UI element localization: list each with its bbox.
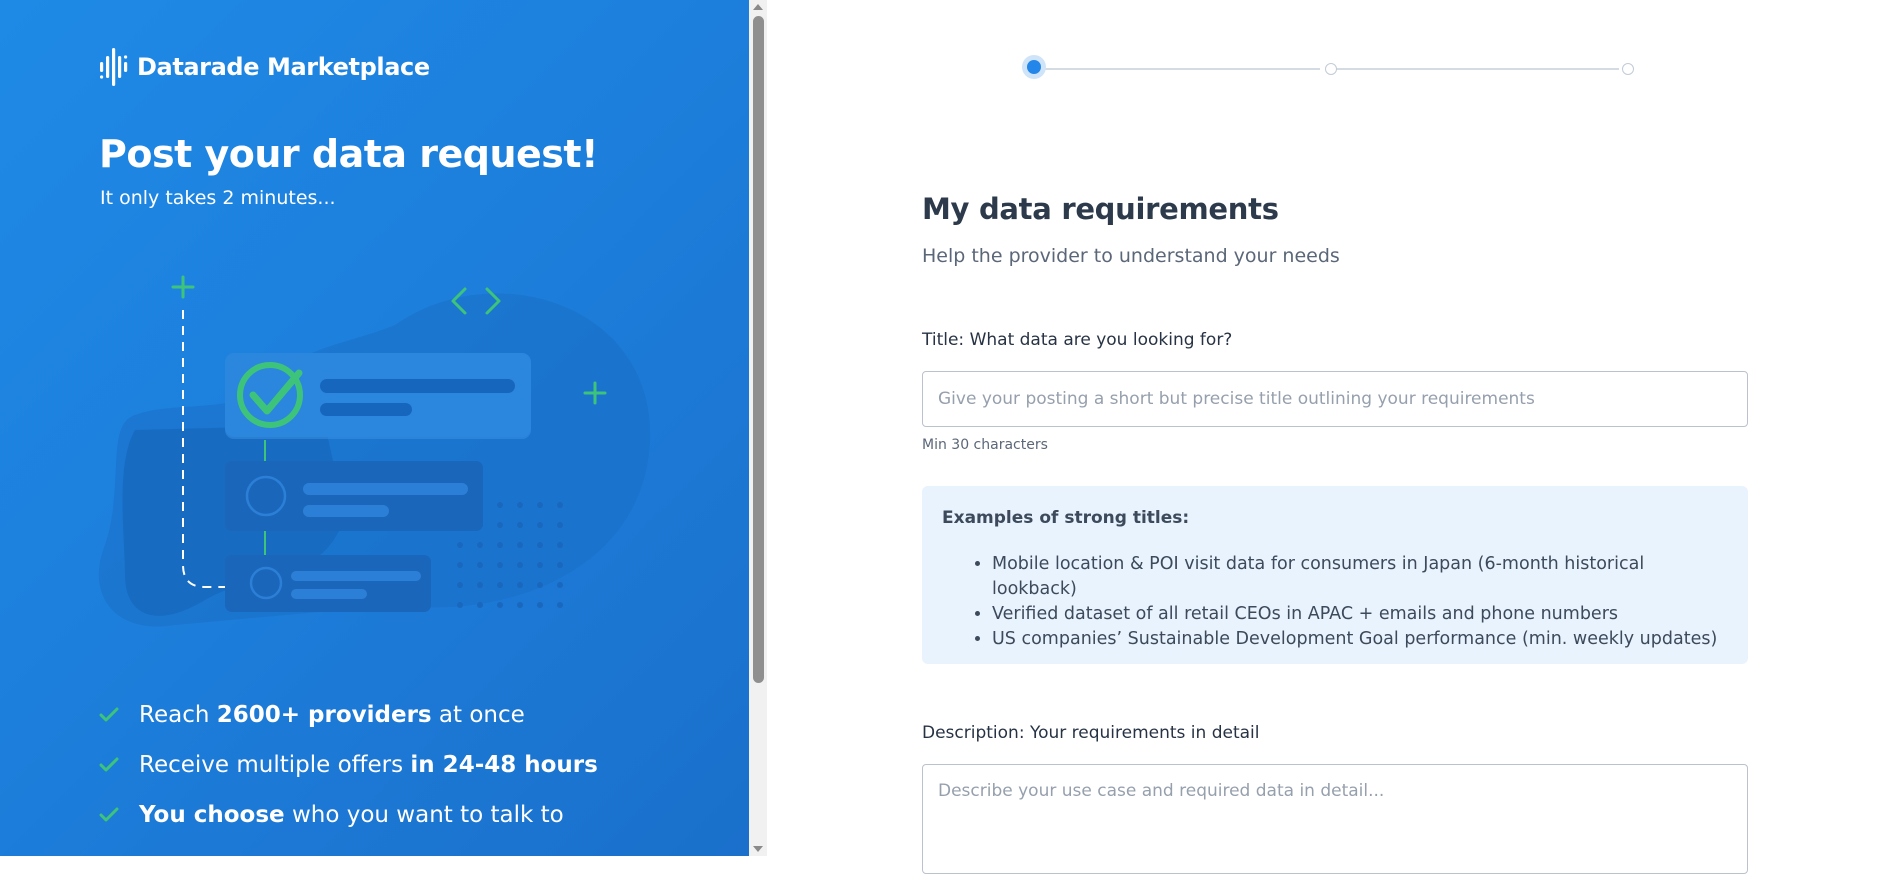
benefit-item: Receive multiple offers in 24-48 hours [99, 740, 598, 790]
benefit-text: Receive multiple offers in 24-48 hours [139, 752, 598, 778]
scrollbar-thumb[interactable] [753, 16, 764, 683]
title-input[interactable] [922, 371, 1748, 427]
benefits-list: Reach 2600+ providers at once Receive mu… [99, 690, 598, 840]
benefit-item: You choose who you want to talk to [99, 790, 598, 840]
progress-stepper [1024, 56, 1640, 82]
form-title: My data requirements [922, 192, 1279, 226]
benefit-text: You choose who you want to talk to [139, 802, 564, 828]
data-request-illustration [98, 275, 651, 627]
scroll-up-arrow-icon[interactable] [753, 4, 763, 10]
step-1-active[interactable] [1027, 60, 1041, 74]
title-examples-box: Examples of strong titles: Mobile locati… [922, 486, 1748, 664]
check-icon [99, 757, 125, 773]
stepper-line [1332, 68, 1619, 70]
example-item: Mobile location & POI visit data for con… [992, 552, 1728, 602]
brand-logo[interactable]: Datarade Marketplace [99, 46, 430, 88]
examples-heading: Examples of strong titles: [942, 508, 1190, 528]
example-item: US companies’ Sustainable Development Go… [992, 627, 1728, 652]
hero-subtitle: It only takes 2 minutes... [100, 187, 336, 209]
datarade-logo-icon [100, 48, 128, 86]
title-min-length-hint: Min 30 characters [922, 437, 1048, 453]
check-icon [99, 707, 125, 723]
description-textarea[interactable] [922, 764, 1748, 874]
stepper-line [1036, 68, 1320, 70]
description-field-label: Description: Your requirements in detail [922, 723, 1260, 743]
benefit-text: Reach 2600+ providers at once [139, 702, 525, 728]
brand-name: Datarade Marketplace [137, 53, 430, 81]
check-icon [99, 807, 125, 823]
scroll-down-arrow-icon[interactable] [753, 846, 763, 852]
example-item: Verified dataset of all retail CEOs in A… [992, 602, 1728, 627]
examples-list: Mobile location & POI visit data for con… [942, 552, 1728, 652]
hero-title: Post your data request! [99, 132, 598, 176]
benefit-item: Reach 2600+ providers at once [99, 690, 598, 740]
step-2[interactable] [1325, 63, 1337, 75]
hero-panel: Datarade Marketplace Post your data requ… [0, 0, 749, 856]
page-scrollbar[interactable] [749, 0, 767, 856]
step-3[interactable] [1622, 63, 1634, 75]
title-field-label: Title: What data are you looking for? [922, 330, 1233, 350]
form-subtitle: Help the provider to understand your nee… [922, 245, 1340, 267]
